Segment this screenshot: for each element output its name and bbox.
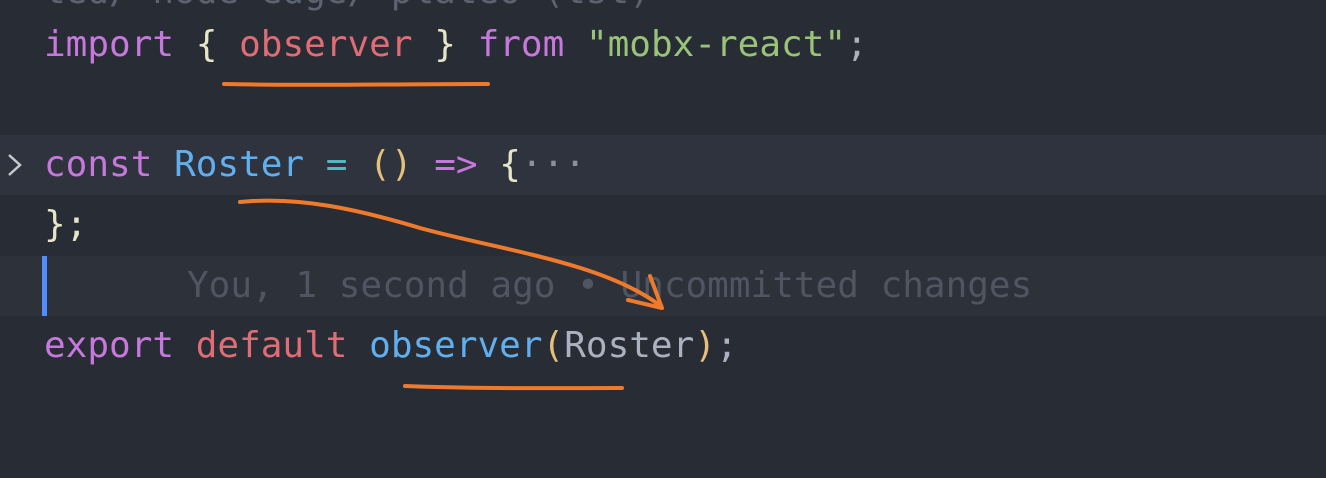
keyword-import: import xyxy=(44,24,175,65)
code-line-close[interactable]: }; xyxy=(0,195,1326,255)
operator-arrow: => xyxy=(434,144,478,185)
paren-open: ( xyxy=(542,325,565,366)
code-editor[interactable]: ted/ node edge/ plateo (tst) import { ob… xyxy=(0,0,1326,478)
underline-export-observer xyxy=(403,384,624,391)
chevron-right-icon[interactable] xyxy=(4,152,26,178)
keyword-default: default xyxy=(195,325,348,366)
brace-open: { xyxy=(499,144,521,185)
keyword-export: export xyxy=(44,325,175,366)
change-marker xyxy=(42,256,47,316)
code-line-import[interactable]: import { observer } from "mobx-react"; xyxy=(0,15,1326,75)
paren-close: ) xyxy=(694,325,716,366)
keyword-from: from xyxy=(477,24,565,65)
code-line-export[interactable]: export default observer(Roster); xyxy=(0,316,1326,376)
semicolon: ; xyxy=(846,24,868,65)
parens: () xyxy=(369,144,413,185)
git-blame-annotation: You, 1 second ago • Uncommitted changes xyxy=(187,265,1033,306)
operator-equals: = xyxy=(325,144,348,185)
brace-open: { xyxy=(195,24,218,65)
import-name-observer: observer xyxy=(239,24,413,65)
code-line-blame[interactable]: You, 1 second ago • Uncommitted changes xyxy=(0,256,1326,316)
code-line-const-collapsed[interactable]: const Roster = () => {··· xyxy=(0,135,1326,195)
semicolon: ; xyxy=(715,325,738,366)
close-brace-semicolon: }; xyxy=(44,204,88,245)
brace-close: } xyxy=(434,24,456,65)
call-observer: observer xyxy=(369,325,543,366)
arg-roster: Roster xyxy=(564,325,695,366)
underline-import-observer xyxy=(222,82,490,87)
keyword-const: const xyxy=(44,144,153,185)
module-string: "mobx-react" xyxy=(585,24,847,65)
fold-ellipsis[interactable]: ··· xyxy=(521,144,586,185)
const-name-roster: Roster xyxy=(174,144,305,185)
